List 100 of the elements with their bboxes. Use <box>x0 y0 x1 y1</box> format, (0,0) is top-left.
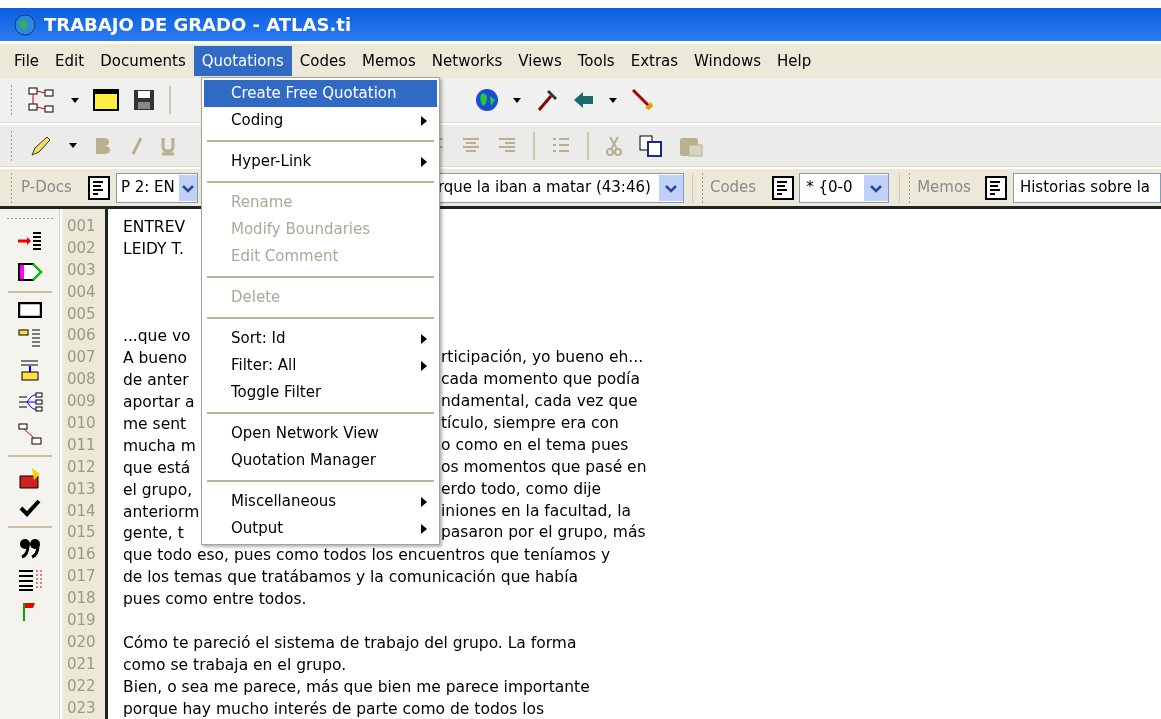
line-number: 020 <box>67 631 97 653</box>
quote-icon[interactable] <box>17 537 42 559</box>
text-line: de los temas que tratábamos y la comunicación que había <box>123 568 578 587</box>
checkmark-icon[interactable] <box>18 499 41 517</box>
dropdown-arrow-icon[interactable] <box>609 97 617 103</box>
grip-icon <box>700 172 704 203</box>
line-number: 014 <box>67 500 97 522</box>
menu-item[interactable]: Memos <box>354 46 424 76</box>
menu-item[interactable]: Codes <box>291 46 355 76</box>
codes-dropdown[interactable]: * {0-0 <box>799 172 890 203</box>
p-docs-label: P-Docs <box>21 177 72 199</box>
line-number: 002 <box>67 237 97 259</box>
text-line: o como en el tema pues <box>441 434 629 456</box>
text-line: que está <box>123 458 191 477</box>
globe-icon[interactable] <box>475 88 499 112</box>
dropdown-arrow-icon[interactable] <box>513 97 521 103</box>
text-line: el grupo, <box>123 480 193 499</box>
line-number: 005 <box>67 303 97 325</box>
menu-item[interactable]: Extras <box>622 46 687 76</box>
menu-item[interactable]: Open Network View <box>204 420 437 447</box>
chevron-down-icon <box>178 174 197 201</box>
text-margin-icon[interactable] <box>16 568 43 592</box>
menu-item[interactable]: Create Free Quotation <box>204 80 437 107</box>
line-number: 004 <box>67 281 97 303</box>
insert-arrow-icon[interactable] <box>16 229 43 253</box>
globe-icon <box>14 13 36 36</box>
left-arrow-icon[interactable] <box>573 91 595 109</box>
line-number: 015 <box>67 522 97 544</box>
link-icon[interactable] <box>17 422 42 446</box>
line-number: 009 <box>67 391 97 413</box>
menu-item[interactable]: Networks <box>423 46 511 76</box>
list-icon[interactable] <box>17 327 42 349</box>
text-line: erdo todo, como dije <box>441 478 602 500</box>
text-line: que todo eso, pues como todos los encuentros que teníamos y <box>123 546 611 565</box>
chevron-down-icon <box>864 174 889 201</box>
menu-item[interactable]: Windows <box>686 46 770 76</box>
text-line: os momentos que pasé en <box>441 456 647 478</box>
grip-icon <box>908 172 912 203</box>
line-number: 010 <box>67 413 97 434</box>
dropdown-arrow-icon[interactable] <box>69 143 77 148</box>
menu-item[interactable]: Hyper-Link <box>204 148 437 175</box>
line-number: 008 <box>67 369 97 391</box>
network-icon[interactable] <box>27 86 57 114</box>
menu-item[interactable]: Output <box>204 515 437 542</box>
text-line: Bien, o sea me parece, más que bien me parece importante <box>123 677 590 696</box>
menu-item[interactable]: Filter: All <box>204 352 437 379</box>
menu-item[interactable]: Views <box>510 46 570 76</box>
tag-icon[interactable] <box>16 262 43 282</box>
hammer-icon[interactable] <box>631 88 655 112</box>
line-number: 022 <box>67 675 97 697</box>
line-number: 001 <box>67 216 97 237</box>
memos-dropdown[interactable]: Historias sobre la <box>1012 172 1161 203</box>
text-line: ...que vo <box>123 327 191 346</box>
chevron-down-icon <box>658 174 683 201</box>
text-line: rticipación, yo bueno eh... <box>441 347 644 369</box>
text-line: iniones en la facultad, la <box>441 500 631 522</box>
save-icon[interactable] <box>133 89 155 111</box>
hammer-icon[interactable] <box>535 88 559 112</box>
line-number: 018 <box>67 588 97 610</box>
text-line: pasaron por el grupo, más <box>441 522 646 544</box>
menu-item[interactable]: Coding <box>204 107 437 134</box>
window-icon[interactable] <box>93 89 119 111</box>
network-icon[interactable] <box>16 391 43 413</box>
copy-icon[interactable] <box>639 134 663 157</box>
menu-item[interactable]: Help <box>769 46 820 76</box>
grip-icon <box>10 130 13 161</box>
menu-item[interactable]: Quotations <box>193 46 292 76</box>
grip-icon <box>10 172 13 203</box>
menu-item[interactable]: Documents <box>92 46 194 76</box>
text-line: ndamental, cada vez que <box>441 391 638 413</box>
text-line: gente, t <box>123 524 184 543</box>
line-number: 012 <box>67 456 97 478</box>
text-line: aportar a <box>123 393 195 412</box>
codes-label: Codes <box>709 177 757 199</box>
dropdown-arrow-icon[interactable] <box>71 97 79 103</box>
menu-item[interactable]: Tools <box>569 46 623 76</box>
grip-icon <box>10 85 13 115</box>
text-line: tículo, siempre era con <box>441 413 619 434</box>
text-line: mucha m <box>123 436 196 455</box>
p-docs-dropdown[interactable]: P 2: EN <box>115 172 198 203</box>
text-line: de anter <box>123 371 189 390</box>
menu-item[interactable]: Miscellaneous <box>204 488 437 515</box>
menu-item[interactable]: Sort: Id <box>204 325 437 352</box>
line-number: 019 <box>67 610 97 632</box>
text-line: pues como entre todos. <box>123 590 307 609</box>
text-line: A bueno <box>123 349 188 368</box>
text-line: ENTREV <box>123 218 186 236</box>
menu-item[interactable]: Edit <box>47 46 93 76</box>
menu-item[interactable]: Quotation Manager <box>204 447 437 474</box>
line-number: 023 <box>67 697 97 719</box>
grip-icon <box>6 217 53 220</box>
document-icon[interactable] <box>984 175 1007 200</box>
text-line: como se trabaja en el grupo. <box>123 655 347 674</box>
line-number: 007 <box>67 347 97 369</box>
document-icon[interactable] <box>772 175 795 200</box>
menu-item[interactable]: File <box>6 46 48 76</box>
document-icon[interactable] <box>87 175 110 200</box>
menu-item[interactable]: Toggle Filter <box>204 379 437 406</box>
text-line: porque hay mucho interés de parte como de todos los <box>123 699 545 718</box>
text-line: anteriorm <box>123 502 200 521</box>
